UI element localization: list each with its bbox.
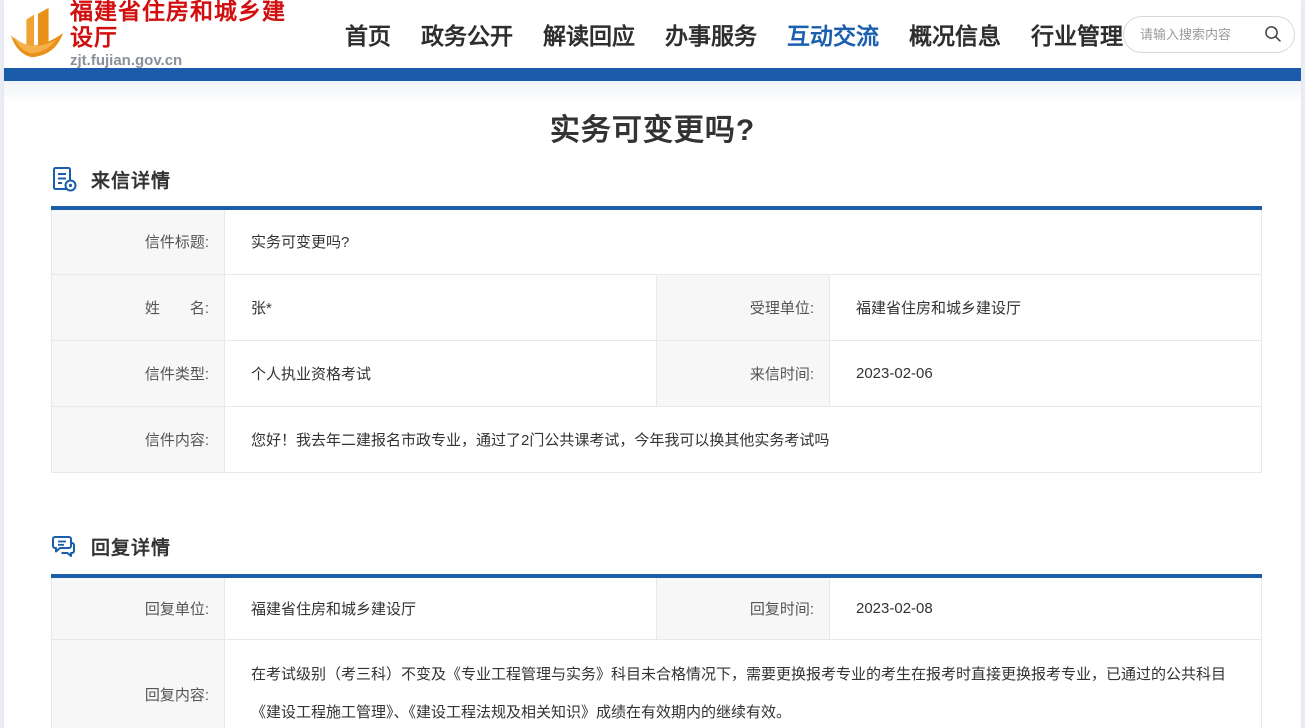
main-content: 实务可变更吗? 来信详情 信件标题: 实务可变更吗? 姓 名: 张* — [4, 105, 1301, 728]
letter-detail-icon — [51, 166, 78, 193]
nav-item-interaction[interactable]: 互动交流 — [787, 17, 879, 51]
reply-date-value: 2023-02-08 — [830, 576, 1262, 640]
reply-content-label: 回复内容: — [52, 640, 225, 728]
page-title: 实务可变更吗? — [51, 105, 1254, 149]
table-row: 回复内容: 在考试级别（考三科）不变及《专业工程管理与实务》科目未合格情况下，需… — [52, 640, 1262, 728]
site-logo[interactable]: 福建省住房和城乡建设厅 zjt.fujian.gov.cn — [8, 0, 295, 70]
letter-name-label: 姓 名: — [52, 274, 225, 340]
main-nav: 首页 政务公开 解读回应 办事服务 互动交流 概况信息 行业管理 — [345, 17, 1123, 51]
reply-unit-value: 福建省住房和城乡建设厅 — [225, 576, 657, 640]
logo-text: 福建省住房和城乡建设厅 zjt.fujian.gov.cn — [70, 0, 295, 70]
table-row: 回复单位: 福建省住房和城乡建设厅 回复时间: 2023-02-08 — [52, 576, 1262, 640]
reply-content-value: 在考试级别（考三科）不变及《专业工程管理与实务》科目未合格情况下，需要更换报考专… — [225, 640, 1262, 728]
letter-unit-label: 受理单位: — [657, 274, 830, 340]
letter-content-label: 信件内容: — [52, 406, 225, 472]
nav-item-interpretation[interactable]: 解读回应 — [543, 17, 635, 51]
site-url: zjt.fujian.gov.cn — [70, 52, 295, 70]
nav-item-gov-info[interactable]: 政务公开 — [421, 17, 513, 51]
letter-unit-value: 福建省住房和城乡建设厅 — [830, 274, 1262, 340]
letter-type-value: 个人执业资格考试 — [225, 340, 657, 406]
letter-detail-table: 信件标题: 实务可变更吗? 姓 名: 张* 受理单位: 福建省住房和城乡建设厅 … — [51, 206, 1262, 473]
nav-item-services[interactable]: 办事服务 — [665, 17, 757, 51]
table-row: 信件内容: 您好！我去年二建报名市政专业，通过了2门公共课考试，今年我可以换其他… — [52, 406, 1262, 472]
letter-date-label: 来信时间: — [657, 340, 830, 406]
logo-icon — [8, 5, 66, 63]
reply-section-title: 回复详情 — [91, 533, 171, 560]
letter-date-value: 2023-02-06 — [830, 340, 1262, 406]
reply-section-header: 回复详情 — [51, 531, 1254, 563]
page-container: 福建省住房和城乡建设厅 zjt.fujian.gov.cn 首页 政务公开 解读… — [4, 0, 1301, 728]
letter-content-value: 您好！我去年二建报名市政专业，通过了2门公共课考试，今年我可以换其他实务考试吗 — [225, 406, 1262, 472]
reply-detail-table: 回复单位: 福建省住房和城乡建设厅 回复时间: 2023-02-08 回复内容:… — [51, 574, 1262, 728]
letter-name-value: 张* — [225, 274, 657, 340]
search-icon[interactable] — [1264, 25, 1282, 43]
letter-subject-value: 实务可变更吗? — [225, 208, 1262, 274]
nav-item-home[interactable]: 首页 — [345, 17, 391, 51]
reply-unit-label: 回复单位: — [52, 576, 225, 640]
table-row: 信件标题: 实务可变更吗? — [52, 208, 1262, 274]
reply-detail-icon — [51, 533, 78, 560]
letter-section-header: 来信详情 — [51, 163, 1254, 195]
search-input[interactable] — [1140, 27, 1264, 42]
letter-type-label: 信件类型: — [52, 340, 225, 406]
letter-section-title: 来信详情 — [91, 166, 171, 193]
table-row: 信件类型: 个人执业资格考试 来信时间: 2023-02-06 — [52, 340, 1262, 406]
header-fade — [4, 81, 1301, 103]
reply-date-label: 回复时间: — [657, 576, 830, 640]
letter-subject-label: 信件标题: — [52, 208, 225, 274]
table-row: 姓 名: 张* 受理单位: 福建省住房和城乡建设厅 — [52, 274, 1262, 340]
nav-item-overview[interactable]: 概况信息 — [909, 17, 1001, 51]
nav-item-industry[interactable]: 行业管理 — [1031, 17, 1123, 51]
search-box[interactable] — [1123, 16, 1295, 53]
site-name: 福建省住房和城乡建设厅 — [70, 0, 295, 50]
site-header: 福建省住房和城乡建设厅 zjt.fujian.gov.cn 首页 政务公开 解读… — [4, 0, 1301, 68]
